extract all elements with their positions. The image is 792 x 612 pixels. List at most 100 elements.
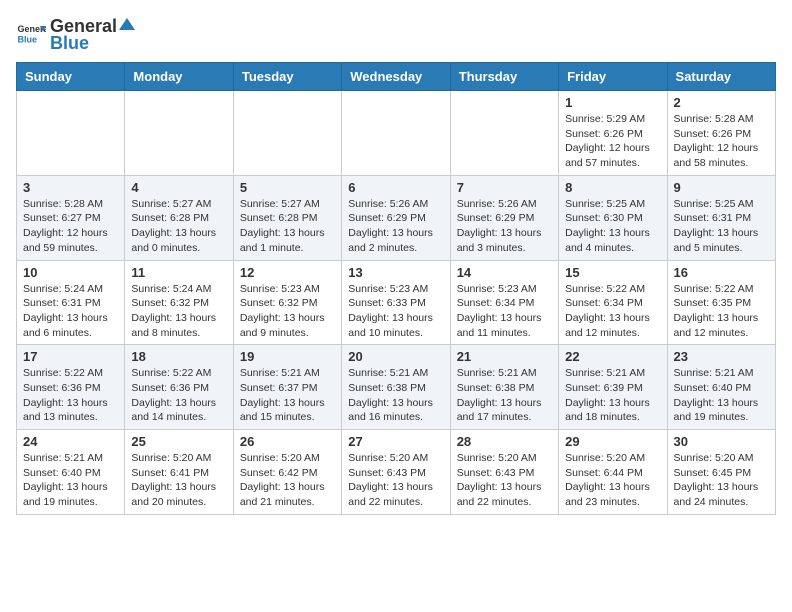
- calendar-cell: 21 Sunrise: 5:21 AMSunset: 6:38 PMDayligh…: [450, 345, 558, 430]
- page-header: General Blue General Blue: [16, 16, 776, 54]
- day-info: Sunrise: 5:22 AMSunset: 6:35 PMDaylight:…: [674, 282, 769, 341]
- calendar-cell: 2 Sunrise: 5:28 AMSunset: 6:26 PMDaylight…: [667, 91, 775, 176]
- calendar-table: SundayMondayTuesdayWednesdayThursdayFrid…: [16, 62, 776, 515]
- day-number: 11: [131, 265, 226, 280]
- day-info: Sunrise: 5:20 AMSunset: 6:42 PMDaylight:…: [240, 451, 335, 510]
- day-info: Sunrise: 5:24 AMSunset: 6:31 PMDaylight:…: [23, 282, 118, 341]
- calendar-cell: 24 Sunrise: 5:21 AMSunset: 6:40 PMDayligh…: [17, 430, 125, 515]
- day-number: 27: [348, 434, 443, 449]
- day-number: 24: [23, 434, 118, 449]
- calendar-cell: 12 Sunrise: 5:23 AMSunset: 6:32 PMDayligh…: [233, 260, 341, 345]
- day-info: Sunrise: 5:28 AMSunset: 6:27 PMDaylight:…: [23, 197, 118, 256]
- day-number: 10: [23, 265, 118, 280]
- calendar-cell: 1 Sunrise: 5:29 AMSunset: 6:26 PMDaylight…: [559, 91, 667, 176]
- day-info: Sunrise: 5:21 AMSunset: 6:40 PMDaylight:…: [23, 451, 118, 510]
- day-info: Sunrise: 5:22 AMSunset: 6:36 PMDaylight:…: [23, 366, 118, 425]
- day-info: Sunrise: 5:20 AMSunset: 6:43 PMDaylight:…: [348, 451, 443, 510]
- day-header-tuesday: Tuesday: [233, 63, 341, 91]
- day-header-saturday: Saturday: [667, 63, 775, 91]
- calendar-cell: 9 Sunrise: 5:25 AMSunset: 6:31 PMDaylight…: [667, 175, 775, 260]
- day-number: 5: [240, 180, 335, 195]
- day-info: Sunrise: 5:22 AMSunset: 6:36 PMDaylight:…: [131, 366, 226, 425]
- calendar-cell: 4 Sunrise: 5:27 AMSunset: 6:28 PMDaylight…: [125, 175, 233, 260]
- day-number: 20: [348, 349, 443, 364]
- calendar-cell: [450, 91, 558, 176]
- day-number: 6: [348, 180, 443, 195]
- day-number: 12: [240, 265, 335, 280]
- calendar-week-2: 3 Sunrise: 5:28 AMSunset: 6:27 PMDaylight…: [17, 175, 776, 260]
- day-number: 29: [565, 434, 660, 449]
- day-info: Sunrise: 5:20 AMSunset: 6:43 PMDaylight:…: [457, 451, 552, 510]
- day-info: Sunrise: 5:21 AMSunset: 6:37 PMDaylight:…: [240, 366, 335, 425]
- day-number: 26: [240, 434, 335, 449]
- calendar-header-row: SundayMondayTuesdayWednesdayThursdayFrid…: [17, 63, 776, 91]
- day-number: 23: [674, 349, 769, 364]
- calendar-week-3: 10 Sunrise: 5:24 AMSunset: 6:31 PMDayligh…: [17, 260, 776, 345]
- logo-triangle-icon: [119, 16, 135, 32]
- day-info: Sunrise: 5:23 AMSunset: 6:33 PMDaylight:…: [348, 282, 443, 341]
- day-number: 9: [674, 180, 769, 195]
- day-number: 7: [457, 180, 552, 195]
- logo: General Blue General Blue: [16, 16, 135, 54]
- day-info: Sunrise: 5:23 AMSunset: 6:32 PMDaylight:…: [240, 282, 335, 341]
- calendar-cell: 23 Sunrise: 5:21 AMSunset: 6:40 PMDayligh…: [667, 345, 775, 430]
- day-number: 8: [565, 180, 660, 195]
- day-number: 28: [457, 434, 552, 449]
- calendar-cell: 10 Sunrise: 5:24 AMSunset: 6:31 PMDayligh…: [17, 260, 125, 345]
- calendar-cell: 11Sunrise: 5:24 AMSunset: 6:32 PMDayligh…: [125, 260, 233, 345]
- calendar-cell: 28 Sunrise: 5:20 AMSunset: 6:43 PMDayligh…: [450, 430, 558, 515]
- calendar-cell: 27 Sunrise: 5:20 AMSunset: 6:43 PMDayligh…: [342, 430, 450, 515]
- calendar-cell: 7 Sunrise: 5:26 AMSunset: 6:29 PMDaylight…: [450, 175, 558, 260]
- day-header-thursday: Thursday: [450, 63, 558, 91]
- calendar-cell: 14 Sunrise: 5:23 AMSunset: 6:34 PMDayligh…: [450, 260, 558, 345]
- day-number: 16: [674, 265, 769, 280]
- logo-icon: General Blue: [16, 20, 46, 50]
- calendar-cell: 25 Sunrise: 5:20 AMSunset: 6:41 PMDayligh…: [125, 430, 233, 515]
- day-number: 25: [131, 434, 226, 449]
- day-number: 21: [457, 349, 552, 364]
- day-number: 4: [131, 180, 226, 195]
- day-number: 1: [565, 95, 660, 110]
- day-info: Sunrise: 5:21 AMSunset: 6:40 PMDaylight:…: [674, 366, 769, 425]
- calendar-cell: [233, 91, 341, 176]
- calendar-cell: 29Sunrise: 5:20 AMSunset: 6:44 PMDayligh…: [559, 430, 667, 515]
- day-info: Sunrise: 5:23 AMSunset: 6:34 PMDaylight:…: [457, 282, 552, 341]
- calendar-cell: 18 Sunrise: 5:22 AMSunset: 6:36 PMDayligh…: [125, 345, 233, 430]
- day-info: Sunrise: 5:20 AMSunset: 6:45 PMDaylight:…: [674, 451, 769, 510]
- day-info: Sunrise: 5:26 AMSunset: 6:29 PMDaylight:…: [348, 197, 443, 256]
- calendar-cell: 22 Sunrise: 5:21 AMSunset: 6:39 PMDayligh…: [559, 345, 667, 430]
- day-number: 14: [457, 265, 552, 280]
- calendar-cell: [342, 91, 450, 176]
- day-info: Sunrise: 5:27 AMSunset: 6:28 PMDaylight:…: [131, 197, 226, 256]
- day-info: Sunrise: 5:26 AMSunset: 6:29 PMDaylight:…: [457, 197, 552, 256]
- calendar-cell: 3 Sunrise: 5:28 AMSunset: 6:27 PMDaylight…: [17, 175, 125, 260]
- day-info: Sunrise: 5:21 AMSunset: 6:38 PMDaylight:…: [457, 366, 552, 425]
- day-info: Sunrise: 5:25 AMSunset: 6:30 PMDaylight:…: [565, 197, 660, 256]
- day-info: Sunrise: 5:21 AMSunset: 6:39 PMDaylight:…: [565, 366, 660, 425]
- calendar-cell: 19Sunrise: 5:21 AMSunset: 6:37 PMDayligh…: [233, 345, 341, 430]
- day-number: 18: [131, 349, 226, 364]
- day-info: Sunrise: 5:22 AMSunset: 6:34 PMDaylight:…: [565, 282, 660, 341]
- day-info: Sunrise: 5:25 AMSunset: 6:31 PMDaylight:…: [674, 197, 769, 256]
- svg-text:Blue: Blue: [18, 35, 38, 45]
- day-info: Sunrise: 5:29 AMSunset: 6:26 PMDaylight:…: [565, 112, 660, 171]
- day-info: Sunrise: 5:20 AMSunset: 6:41 PMDaylight:…: [131, 451, 226, 510]
- day-header-monday: Monday: [125, 63, 233, 91]
- day-number: 30: [674, 434, 769, 449]
- calendar-cell: 26 Sunrise: 5:20 AMSunset: 6:42 PMDayligh…: [233, 430, 341, 515]
- calendar-cell: 17Sunrise: 5:22 AMSunset: 6:36 PMDayligh…: [17, 345, 125, 430]
- calendar-week-4: 17Sunrise: 5:22 AMSunset: 6:36 PMDayligh…: [17, 345, 776, 430]
- calendar-cell: 6 Sunrise: 5:26 AMSunset: 6:29 PMDaylight…: [342, 175, 450, 260]
- calendar-cell: 8 Sunrise: 5:25 AMSunset: 6:30 PMDaylight…: [559, 175, 667, 260]
- calendar-cell: 5Sunrise: 5:27 AMSunset: 6:28 PMDaylight…: [233, 175, 341, 260]
- day-number: 22: [565, 349, 660, 364]
- day-info: Sunrise: 5:21 AMSunset: 6:38 PMDaylight:…: [348, 366, 443, 425]
- day-info: Sunrise: 5:28 AMSunset: 6:26 PMDaylight:…: [674, 112, 769, 171]
- calendar-cell: [125, 91, 233, 176]
- day-number: 2: [674, 95, 769, 110]
- day-header-sunday: Sunday: [17, 63, 125, 91]
- calendar-week-5: 24 Sunrise: 5:21 AMSunset: 6:40 PMDayligh…: [17, 430, 776, 515]
- day-number: 3: [23, 180, 118, 195]
- calendar-cell: 13Sunrise: 5:23 AMSunset: 6:33 PMDayligh…: [342, 260, 450, 345]
- day-header-friday: Friday: [559, 63, 667, 91]
